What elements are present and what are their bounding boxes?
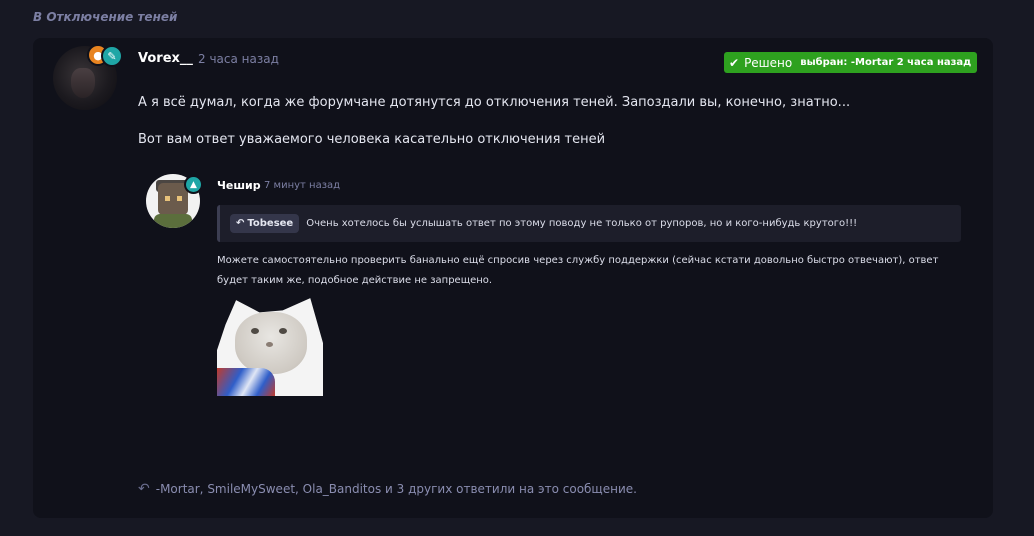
quote-time[interactable]: 7 минут назад xyxy=(264,180,340,191)
post-paragraph: А я всё думал, когда же форумчане дотяну… xyxy=(138,95,851,110)
reply-arrow-icon: ↶ xyxy=(138,481,150,497)
avatar-body xyxy=(154,214,192,228)
breadcrumb[interactable]: В Отключение теней xyxy=(33,10,177,24)
snack-package xyxy=(217,368,275,396)
megaphone-badge-icon: ▲ xyxy=(184,175,203,194)
cat-eye xyxy=(279,328,287,334)
reply-to-name: Tobesee xyxy=(247,218,294,229)
quote-line: Можете самостоятельно проверить банально… xyxy=(217,255,939,266)
reply-to-text: Очень хотелось бы услышать ответ по этом… xyxy=(306,218,858,229)
quoted-reply: ↶ Tobesee Очень хотелось бы услышать отв… xyxy=(217,205,961,242)
reply-arrow-icon: ↶ xyxy=(236,218,245,229)
cat-meme-image[interactable] xyxy=(217,290,323,396)
post-time[interactable]: 2 часа назад xyxy=(198,52,279,66)
author-name[interactable]: Vorex__ xyxy=(138,51,193,66)
solved-chosen: выбран: -Mortar 2 часа назад xyxy=(800,57,972,68)
cat-eye xyxy=(251,328,259,334)
quote-author-name[interactable]: Чешир xyxy=(217,179,261,192)
post-paragraph: Вот вам ответ уважаемого человека касате… xyxy=(138,132,606,147)
avatar-eye xyxy=(177,196,182,201)
solved-label: Решено xyxy=(744,55,793,70)
check-icon: ✔ xyxy=(729,55,740,70)
avatar-eye xyxy=(165,196,170,201)
reply-to-chip[interactable]: ↶ Tobesee xyxy=(230,214,300,233)
replies-summary-text: -Mortar, SmileMySweet, Ola_Banditos и 3 … xyxy=(155,482,637,496)
solved-badge[interactable]: ✔ Решено выбран: -Mortar 2 часа назад xyxy=(724,52,978,73)
chat-badge-icon: ✎ xyxy=(101,45,123,67)
avatar-figure xyxy=(71,68,95,98)
replies-summary[interactable]: ↶ -Mortar, SmileMySweet, Ola_Banditos и … xyxy=(138,481,637,497)
avatar-head xyxy=(158,183,188,215)
cat-nose xyxy=(266,342,273,347)
quote-line: будет таким же, подобное действие не зап… xyxy=(217,275,493,286)
post-card: ● ✎ Vorex__ 2 часа назад ✔ Решено выбран… xyxy=(33,38,993,518)
